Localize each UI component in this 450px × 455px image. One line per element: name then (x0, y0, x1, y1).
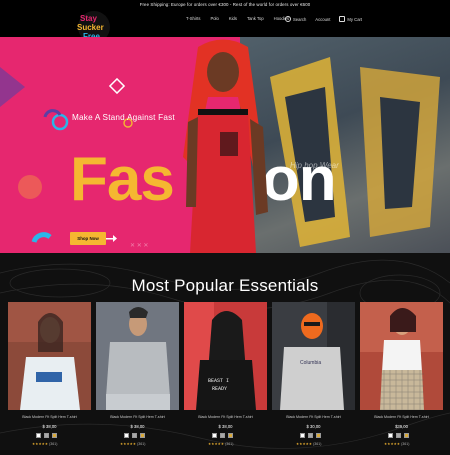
svg-text:BEAST I: BEAST I (208, 378, 229, 384)
swatch-grey[interactable] (44, 433, 49, 438)
product-price: $ 30,00 (306, 424, 321, 429)
main-nav: T-Shirts Polo Kids Tank Top Hoodies (186, 16, 289, 21)
product-price: $39,00 (395, 424, 408, 429)
color-swatches (124, 433, 145, 438)
hero-banner: ✕ ✕ ✕ Make A Stand Against Fast Fas on Hi… (0, 37, 450, 253)
swatch-mustard[interactable] (316, 433, 321, 438)
swatch-mustard[interactable] (404, 433, 409, 438)
product-image[interactable]: BEAST I READY (184, 302, 267, 410)
product-card[interactable]: BEAST I READY Black Modern Fit Split Hem… (184, 302, 267, 450)
cart-icon (339, 16, 346, 22)
site-header: Stay Sucker Free T-Shirts Polo Kids Tank… (0, 9, 450, 43)
swatch-mustard[interactable] (140, 433, 145, 438)
product-rating: ★★★★★ (361) (32, 442, 58, 446)
product-price: $ 38,00 (218, 424, 233, 429)
product-card[interactable]: Black Modern Fit Split Hem T-shirt $39,0… (360, 302, 443, 450)
swatch-white[interactable] (36, 433, 41, 438)
review-count: (361) (225, 442, 234, 446)
svg-text:Stay: Stay (80, 14, 97, 23)
product-image[interactable] (360, 302, 443, 410)
swatch-grey[interactable] (308, 433, 313, 438)
product-rating: ★★★★★ (361) (384, 442, 410, 446)
color-swatches (36, 433, 57, 438)
swatch-grey[interactable] (220, 433, 225, 438)
review-count: (361) (313, 442, 322, 446)
hero-headline-part-1: Fas (70, 145, 175, 214)
product-grid: Black Modern Fit Split Hem T-shirt $ 38,… (8, 302, 444, 450)
swatch-white[interactable] (124, 433, 129, 438)
nav-item-tank-top[interactable]: Tank Top (247, 16, 264, 21)
review-count: (361) (49, 442, 58, 446)
hero-tagline: Make A Stand Against Fast (72, 113, 175, 122)
svg-text:Columbia: Columbia (300, 360, 321, 366)
hand-pointer-icon (106, 235, 117, 242)
product-name[interactable]: Black Modern Fit Split Hem T-shirt (96, 415, 179, 419)
product-card[interactable]: Black Modern Fit Split Hem T-shirt $ 38,… (96, 302, 179, 450)
product-name[interactable]: Black Modern Fit Split Hem T-shirt (184, 415, 267, 419)
swatch-grey[interactable] (396, 433, 401, 438)
rating-stars: ★★★★★ (208, 442, 225, 446)
product-name[interactable]: Black Modern Fit Split Hem T-shirt (360, 415, 443, 419)
svg-text:✕ ✕ ✕: ✕ ✕ ✕ (130, 243, 148, 249)
product-rating: ★★★★★ (361) (120, 442, 146, 446)
search-icon (285, 16, 291, 22)
nav-item-kids[interactable]: Kids (229, 16, 237, 21)
announcement-bar: Free Shipping: Europe for orders over €3… (0, 0, 450, 9)
product-image[interactable] (96, 302, 179, 410)
rating-stars: ★★★★★ (296, 442, 313, 446)
nav-item-polo[interactable]: Polo (210, 16, 218, 21)
cart-label: My Cart (347, 16, 363, 22)
product-rating: ★★★★★ (361) (208, 442, 234, 446)
rating-stars: ★★★★★ (120, 442, 137, 446)
cart-button[interactable]: My Cart (339, 16, 362, 22)
swatch-mustard[interactable] (52, 433, 57, 438)
hero-overlay-text: Hip hop Wear (290, 161, 339, 170)
product-image[interactable] (8, 302, 91, 410)
color-swatches (388, 433, 409, 438)
product-price: $ 38,00 (130, 424, 145, 429)
search-button[interactable]: Search (285, 16, 306, 22)
product-card[interactable]: Columbia Black Modern Fit Split Hem T-sh… (272, 302, 355, 450)
product-rating: ★★★★★ (361) (296, 442, 322, 446)
shop-now-button[interactable]: Shop Now (70, 232, 106, 245)
product-name[interactable]: Black Modern Fit Split Hem T-shirt (8, 415, 91, 419)
svg-text:READY: READY (212, 386, 227, 392)
swatch-grey[interactable] (132, 433, 137, 438)
search-label: Search (293, 16, 307, 22)
svg-text:Sucker: Sucker (77, 23, 104, 32)
section-title: Most Popular Essentials (131, 276, 319, 295)
review-count: (361) (401, 442, 410, 446)
nav-item-tshirts[interactable]: T-Shirts (186, 16, 200, 21)
product-price: $ 38,00 (42, 424, 57, 429)
account-button[interactable]: Account (315, 17, 330, 22)
account-label: Account (315, 16, 331, 22)
swatch-white[interactable] (388, 433, 393, 438)
rating-stars: ★★★★★ (32, 442, 49, 446)
color-swatches (300, 433, 321, 438)
product-image[interactable]: Columbia (272, 302, 355, 410)
color-swatches (212, 433, 233, 438)
product-name[interactable]: Black Modern Fit Split Hem T-shirt (272, 415, 355, 419)
review-count: (361) (137, 442, 146, 446)
swatch-white[interactable] (300, 433, 305, 438)
swatch-mustard[interactable] (228, 433, 233, 438)
rating-stars: ★★★★★ (384, 442, 401, 446)
product-card[interactable]: Black Modern Fit Split Hem T-shirt $ 38,… (8, 302, 91, 450)
hero-model-image (183, 39, 268, 253)
swatch-white[interactable] (212, 433, 217, 438)
